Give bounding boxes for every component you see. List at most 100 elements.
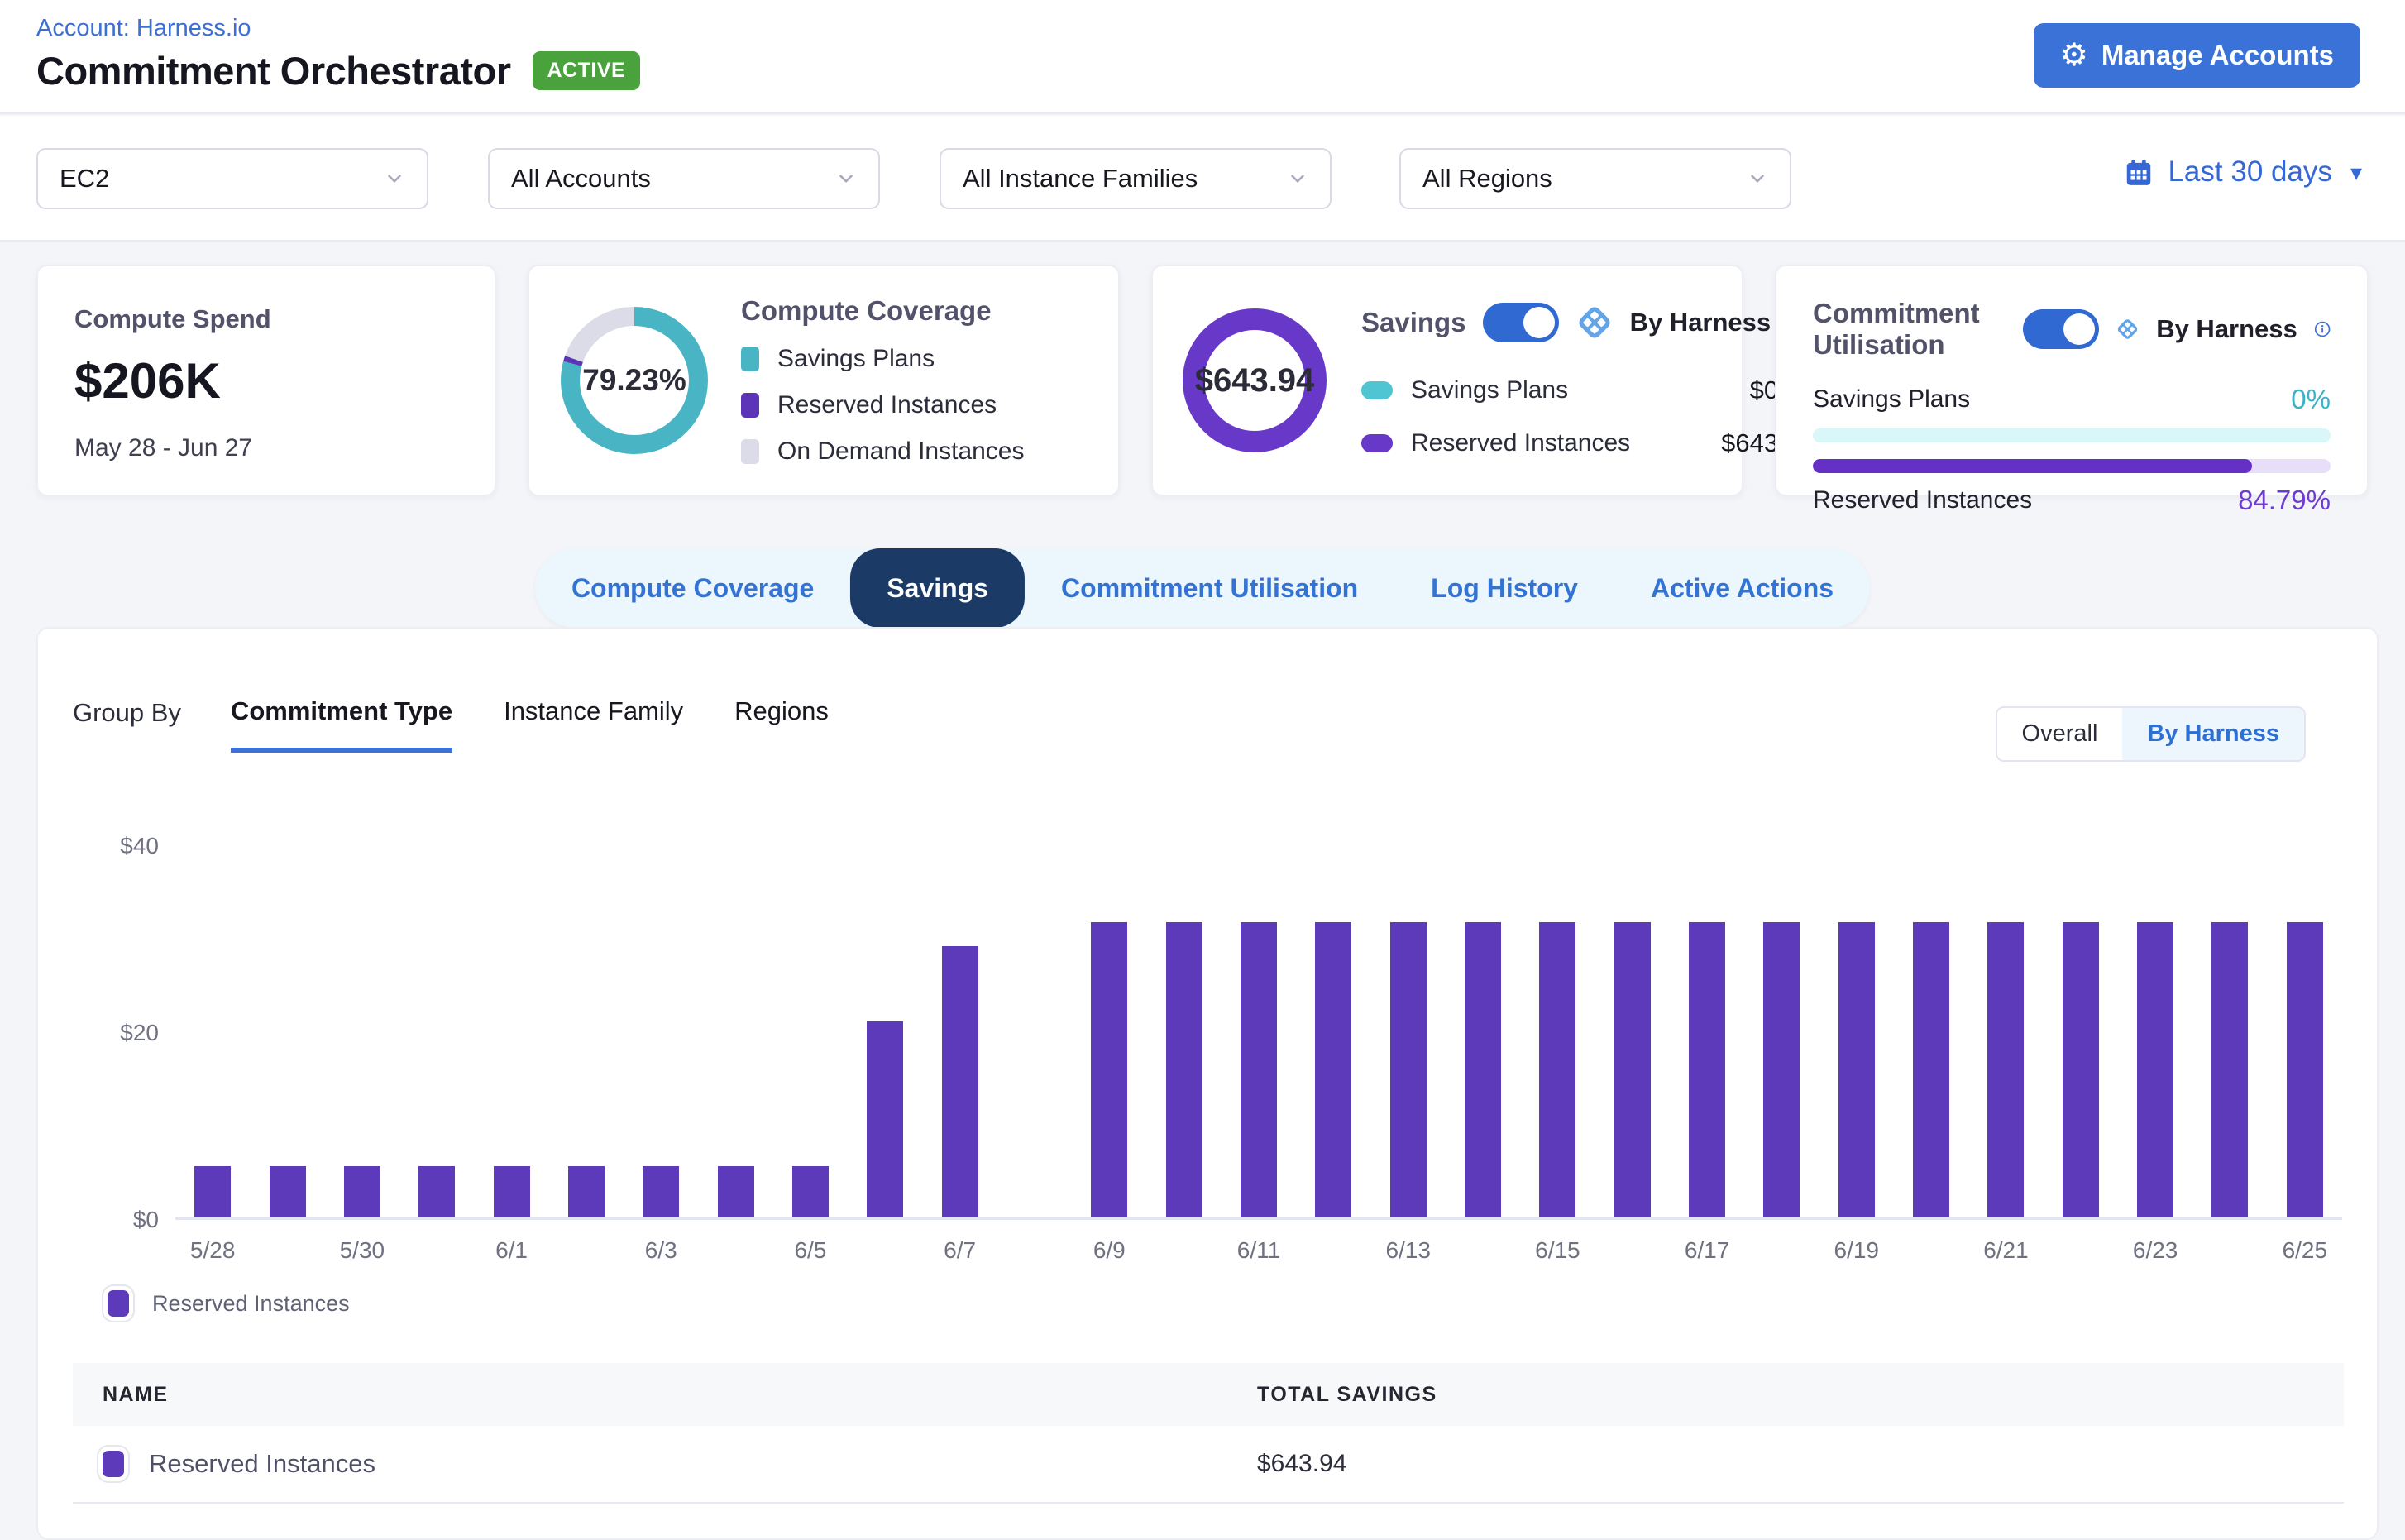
compute-spend-period: May 28 - Jun 27 <box>74 434 458 462</box>
compute-coverage-title: Compute Coverage <box>741 295 1025 327</box>
savings-by-harness-toggle[interactable] <box>1483 303 1559 342</box>
chart-bar <box>1539 922 1575 1217</box>
tab-log-history[interactable]: Log History <box>1394 548 1614 628</box>
y-tick-label: $0 <box>55 1207 159 1233</box>
chevron-down-icon <box>1287 168 1308 189</box>
x-tick-label: 6/11 <box>1237 1237 1280 1264</box>
savings-row-reserved-instances: Reserved Instances $643.94 <box>1361 428 1814 458</box>
manage-accounts-label: Manage Accounts <box>2101 40 2334 71</box>
legend-item-on-demand: On Demand Instances <box>741 438 1025 466</box>
legend-label: On Demand Instances <box>777 438 1025 466</box>
savings-panel: Group By Commitment Type Instance Family R… <box>36 627 2379 1540</box>
view-by-harness[interactable]: By Harness <box>2122 708 2304 760</box>
chart-bar <box>867 1021 903 1217</box>
chart-legend-label: Reserved Instances <box>152 1291 350 1317</box>
savings-plans-progress-bar <box>1813 428 2331 442</box>
calendar-icon <box>2123 156 2154 188</box>
x-tick-label: 6/7 <box>944 1237 976 1264</box>
reserved-instances-swatch <box>1361 434 1393 452</box>
main-tabs: Compute CoverageSavingsCommitment Utilis… <box>535 548 1870 628</box>
chart-bar <box>1838 922 1875 1217</box>
x-tick-label: 6/25 <box>2283 1237 2328 1264</box>
chart-bar <box>1241 922 1277 1217</box>
group-tab-commitment-type[interactable]: Commitment Type <box>231 696 452 753</box>
savings-table: NAME TOTAL SAVINGS Reserved Instances$64… <box>73 1363 2344 1504</box>
y-tick-label: $40 <box>55 833 159 859</box>
chart-bar <box>2063 922 2099 1217</box>
tab-savings[interactable]: Savings <box>850 548 1025 628</box>
row-total-savings: $643.94 <box>1257 1450 1346 1478</box>
accounts-select[interactable]: All Accounts <box>488 148 880 209</box>
tab-compute-coverage[interactable]: Compute Coverage <box>535 548 850 628</box>
chart-bar <box>1390 922 1427 1217</box>
service-select[interactable]: EC2 <box>36 148 428 209</box>
chart-bar <box>270 1166 306 1217</box>
savings-total: $643.94 <box>1195 362 1315 399</box>
x-tick-label: 6/5 <box>794 1237 826 1264</box>
chart-bar <box>494 1166 530 1217</box>
manage-accounts-button[interactable]: ⚙ Manage Accounts <box>2034 23 2360 88</box>
utilisation-row-value: 84.79% <box>2238 485 2331 516</box>
column-header-name: NAME <box>73 1383 1257 1407</box>
chart-bar <box>194 1166 231 1217</box>
chart-bar <box>1315 922 1351 1217</box>
chart-bar <box>2137 922 2173 1217</box>
tab-commitment-utilisation[interactable]: Commitment Utilisation <box>1025 548 1394 628</box>
status-badge: ACTIVE <box>533 51 641 90</box>
gear-icon: ⚙ <box>2060 40 2088 71</box>
savings-plans-swatch <box>1361 381 1393 399</box>
x-tick-label: 5/28 <box>190 1237 236 1264</box>
compute-coverage-card: 79.23% Compute Coverage Savings Plans Re… <box>528 265 1120 496</box>
legend-label: Savings Plans <box>777 345 935 373</box>
compute-spend-card: Compute Spend $206K May 28 - Jun 27 <box>36 265 496 496</box>
regions-select[interactable]: All Regions <box>1399 148 1791 209</box>
tab-active-actions[interactable]: Active Actions <box>1614 548 1870 628</box>
info-icon[interactable] <box>2314 316 2331 342</box>
service-select-value: EC2 <box>60 164 109 194</box>
chart-bar <box>344 1166 380 1217</box>
utilisation-row-label: Reserved Instances <box>1813 486 2032 514</box>
table-header: NAME TOTAL SAVINGS <box>73 1363 2344 1426</box>
utilisation-row-value: 0% <box>2291 384 2331 415</box>
instance-families-select[interactable]: All Instance Families <box>940 148 1332 209</box>
utilisation-by-harness-label: By Harness <box>2156 314 2297 344</box>
savings-row-label: Savings Plans <box>1411 376 1568 404</box>
view-overall[interactable]: Overall <box>1997 708 2123 760</box>
savings-row-savings-plans: Savings Plans $0.00 <box>1361 375 1814 405</box>
filter-bar: EC2 All Accounts All Instance Families A… <box>0 116 2405 242</box>
chart-bar <box>2287 922 2323 1217</box>
chevron-down-icon <box>1747 168 1768 189</box>
column-header-total-savings: TOTAL SAVINGS <box>1257 1383 1437 1407</box>
y-tick-label: $20 <box>55 1020 159 1046</box>
caret-down-icon: ▾ <box>2350 159 2362 186</box>
chevron-down-icon <box>835 168 857 189</box>
reserved-instances-swatch <box>103 1451 124 1477</box>
chart-bar <box>643 1166 679 1217</box>
table-row[interactable]: Reserved Instances$643.94 <box>73 1426 2344 1504</box>
chart-bar <box>1614 922 1651 1217</box>
utilisation-by-harness-toggle[interactable] <box>2023 309 2099 349</box>
page-title: Commitment Orchestrator <box>36 48 511 93</box>
accounts-select-value: All Accounts <box>511 164 651 194</box>
chart-bar <box>2211 922 2248 1217</box>
legend-item-savings-plans: Savings Plans <box>741 345 1025 373</box>
group-tab-regions[interactable]: Regions <box>734 696 829 753</box>
group-by-label: Group By <box>73 696 181 728</box>
x-tick-label: 6/17 <box>1685 1237 1730 1264</box>
commitment-utilisation-card: Commitment Utilisation By Harness Saving… <box>1775 265 2369 496</box>
chart-bar <box>568 1166 605 1217</box>
chart-bar <box>792 1166 829 1217</box>
savings-donut: $643.94 <box>1183 308 1327 452</box>
chart-bar <box>1689 922 1725 1217</box>
group-tab-instance-family[interactable]: Instance Family <box>504 696 683 753</box>
chart-bar <box>1987 922 2024 1217</box>
x-tick-label: 6/9 <box>1093 1237 1126 1264</box>
chart-legend[interactable]: Reserved Instances <box>108 1290 350 1317</box>
compute-spend-title: Compute Spend <box>74 304 458 334</box>
account-link[interactable]: Account: Harness.io <box>36 15 251 42</box>
chart-bar <box>1166 922 1202 1217</box>
date-range-picker[interactable]: Last 30 days ▾ <box>2123 155 2362 189</box>
x-tick-label: 6/19 <box>1834 1237 1880 1264</box>
x-tick-label: 6/1 <box>495 1237 528 1264</box>
overall-byharness-segmented-control: OverallBy Harness <box>1996 706 2306 762</box>
